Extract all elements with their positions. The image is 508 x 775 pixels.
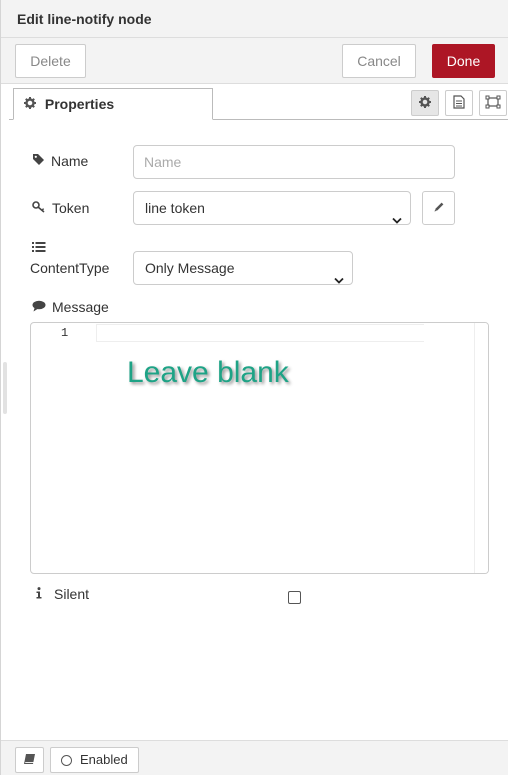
edit-tray: Edit line-notify node Delete Cancel Done… (0, 0, 508, 775)
tab-appearance-button[interactable] (479, 90, 507, 116)
silent-label-text: Silent (54, 586, 90, 602)
list-icon (32, 240, 46, 256)
message-label-text: Message (52, 299, 109, 315)
tab-properties-label: Properties (44, 96, 115, 112)
pencil-icon (433, 200, 445, 216)
cancel-button[interactable]: Cancel (342, 44, 416, 78)
leave-blank-annotation: Leave blank (127, 356, 289, 389)
token-select[interactable]: line token (133, 191, 411, 225)
tab-bar: Properties (9, 84, 508, 120)
tag-icon (32, 153, 51, 169)
description-icon (453, 94, 465, 112)
silent-checkbox[interactable] (288, 591, 301, 604)
gear-icon (24, 89, 36, 119)
comment-icon (32, 299, 52, 315)
tray-header: Edit line-notify node (1, 0, 508, 38)
name-label: Name (32, 152, 88, 170)
edit-token-button[interactable] (422, 191, 455, 225)
tab-settings-icon-button[interactable] (411, 90, 439, 116)
contenttype-select[interactable]: Only Message (133, 251, 353, 285)
message-label: Message (32, 298, 109, 316)
appearance-icon (485, 95, 501, 112)
contenttype-select-value: Only Message (145, 260, 235, 276)
enabled-toggle[interactable]: Enabled (50, 747, 139, 773)
tray-footer: Enabled (1, 740, 508, 775)
tray-toolbar: Delete Cancel Done (1, 38, 508, 84)
name-input[interactable] (133, 145, 455, 179)
tab-description-button[interactable] (445, 90, 473, 116)
silent-label: Silent (35, 585, 89, 603)
token-label-text: Token (52, 200, 90, 216)
editor-current-line[interactable] (96, 324, 424, 342)
key-icon (32, 200, 52, 216)
node-help-button[interactable] (15, 747, 44, 773)
editor-scrollbar[interactable] (474, 323, 488, 573)
chevron-down-icon (392, 204, 402, 236)
enabled-label: Enabled (80, 752, 128, 767)
tray-title: Edit line-notify node (17, 11, 152, 27)
tray-resize-handle[interactable] (3, 362, 7, 414)
gear-icon (419, 95, 431, 111)
tab-properties[interactable]: Properties (13, 88, 213, 120)
info-icon (35, 586, 49, 602)
editor-line-number: 1 (61, 326, 69, 340)
delete-button[interactable]: Delete (15, 44, 86, 78)
name-label-text: Name (51, 153, 89, 169)
contenttype-label-text: ContentType (30, 260, 110, 276)
book-icon (23, 752, 36, 768)
contenttype-label: ContentType (30, 259, 109, 277)
token-select-value: line token (145, 200, 205, 216)
done-button[interactable]: Done (432, 44, 495, 78)
chevron-down-icon (334, 264, 344, 296)
token-label: Token (32, 199, 89, 217)
circle-icon (61, 754, 72, 766)
